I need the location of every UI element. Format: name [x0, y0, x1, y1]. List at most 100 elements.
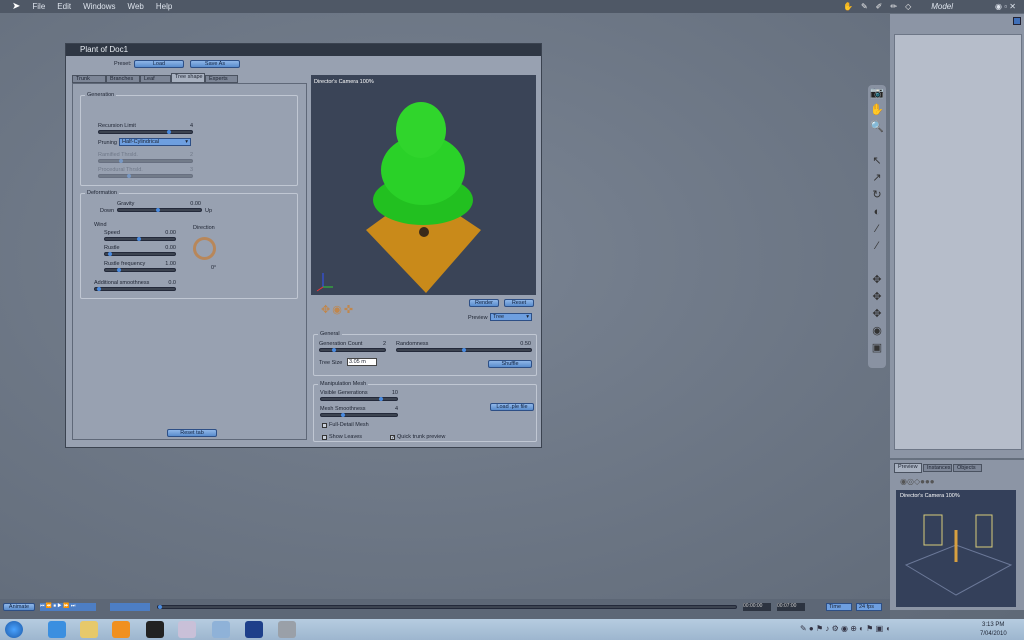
- playback-controls[interactable]: ⏮ ⏪ ⏹ ▶ ⏩ ⏭: [40, 603, 96, 611]
- rustle-frequency-value: 1.00: [165, 261, 176, 267]
- animate-button[interactable]: Animate: [3, 603, 35, 611]
- menu-windows[interactable]: Windows: [83, 2, 115, 11]
- keyframe-controls[interactable]: [110, 603, 150, 611]
- carrara-icon[interactable]: [278, 621, 296, 638]
- tree-preview-viewport[interactable]: Director's Camera 100%: [311, 75, 536, 295]
- randomness-label: Randomness: [396, 341, 429, 347]
- preview-value: Tree: [493, 314, 505, 320]
- ie-icon[interactable]: [48, 621, 66, 638]
- load-button[interactable]: Load: [134, 60, 184, 68]
- full-detail-mesh-label: Full-Detail Mesh: [329, 422, 369, 428]
- visible-generations-slider[interactable]: [320, 397, 398, 401]
- tab-instances[interactable]: Instances: [923, 464, 952, 472]
- rustle-frequency-slider[interactable]: [104, 268, 176, 272]
- quick-trunk-checkbox[interactable]: ✓: [390, 435, 395, 441]
- preset-label: Preset:: [114, 61, 132, 67]
- right-panel-content: [894, 34, 1022, 450]
- tab-trunk[interactable]: Trunk: [72, 75, 106, 83]
- generation-group: Generation Recursion Limit 4 Pruning Hal…: [80, 92, 298, 186]
- ramified-label: Ramified Thrsld.: [98, 152, 138, 158]
- recursion-value: 4: [189, 123, 193, 129]
- preview-select[interactable]: Tree ▾: [490, 313, 532, 321]
- mini-viewport[interactable]: Director's Camera 100%: [896, 490, 1016, 607]
- menu-help[interactable]: Help: [156, 2, 172, 11]
- mesh-smoothness-slider[interactable]: [320, 413, 398, 417]
- generation-title: Generation: [85, 92, 117, 98]
- gravity-down-label: Down: [100, 208, 115, 214]
- randomness-slider[interactable]: [396, 348, 532, 352]
- timeline-scrubber[interactable]: [157, 605, 737, 609]
- network-icon[interactable]: [212, 621, 230, 638]
- tree-size-input[interactable]: 3.05 m: [347, 358, 377, 366]
- speed-value: 0.00: [165, 230, 176, 236]
- tree-render: [316, 102, 481, 293]
- generation-count-slider[interactable]: [319, 348, 386, 352]
- fps-select[interactable]: 24 fps: [856, 603, 882, 611]
- system-tray-icons[interactable]: ✎ ● ⚑ ♪ ⚙ ◉ ⊕ ◐ ⚑ ▣ ◖: [800, 624, 890, 633]
- media-player-icon[interactable]: [112, 621, 130, 638]
- reset-tab-button[interactable]: Reset tab: [167, 429, 217, 437]
- general-title: General: [318, 331, 342, 337]
- pruning-label: Pruning: [98, 140, 117, 146]
- gravity-label: Gravity: [117, 201, 135, 207]
- generation-count-label: Generation Count: [319, 341, 363, 347]
- tab-objects[interactable]: Objects: [953, 464, 982, 472]
- render-button[interactable]: Render: [469, 299, 499, 307]
- speed-slider[interactable]: [104, 237, 176, 241]
- gravity-slider[interactable]: [117, 208, 202, 212]
- room-label[interactable]: Model: [931, 2, 953, 11]
- preview-label: Preview: [468, 315, 488, 321]
- end-time[interactable]: 00:07:00: [777, 603, 805, 611]
- menu-file[interactable]: File: [32, 2, 45, 11]
- shuffle-button[interactable]: Shuffle: [488, 360, 532, 368]
- app-logo-icon: ➤: [12, 1, 21, 12]
- window-controls[interactable]: ◉ ▫ ✕: [995, 2, 1016, 11]
- recursion-label: Recursion Limit: [98, 123, 136, 129]
- save-as-button[interactable]: Save As: [190, 60, 240, 68]
- clock-time[interactable]: 3:13 PM: [982, 622, 1004, 628]
- tool-strip[interactable]: 📷 ✋ 🔍 ↖ ↗ ↻ ◐ ⁄ ⁄ ✥ ✥ ✥ ◉ ▣: [868, 85, 886, 368]
- menu-web[interactable]: Web: [128, 2, 144, 11]
- pruning-value: Half-Cylindrical: [122, 139, 159, 145]
- tab-branches[interactable]: Branches: [106, 75, 140, 83]
- reset-button[interactable]: Reset: [504, 299, 534, 307]
- mini-camera-label: Director's Camera 100%: [900, 493, 960, 499]
- procedural-slider: [98, 174, 193, 178]
- panel-toggle-button[interactable]: [1013, 17, 1021, 25]
- direction-value: 0°: [211, 265, 217, 271]
- deformation-group: Deformation Gravity 0.00 Down Up Wind Sp…: [80, 190, 298, 299]
- ramified-value: 2: [189, 152, 193, 158]
- show-leaves-checkbox[interactable]: [322, 435, 327, 440]
- time-select[interactable]: Time: [826, 603, 852, 611]
- menu-bar: ➤ File Edit Windows Web Help ✋✎✐✏◇ Model…: [0, 0, 1024, 13]
- load-ple-file-button[interactable]: Load .ple file: [490, 403, 534, 411]
- direction-dial[interactable]: [193, 237, 216, 260]
- visible-generations-label: Visible Generations: [320, 390, 368, 396]
- tab-preview[interactable]: Preview: [894, 463, 922, 473]
- randomness-value: 0.50: [520, 341, 531, 347]
- pruning-select[interactable]: Half-Cylindrical ▾: [119, 138, 191, 146]
- tree-size-label: Tree Size: [319, 360, 343, 366]
- menu-edit[interactable]: Edit: [57, 2, 71, 11]
- start-time[interactable]: 00:00:00: [743, 603, 771, 611]
- mesh-title: Manipulation Mesh: [318, 381, 369, 387]
- photoshop-icon[interactable]: [245, 621, 263, 638]
- clock-date[interactable]: 7/04/2010: [980, 631, 1007, 637]
- rustle-slider[interactable]: [104, 252, 176, 256]
- preview-tool-icons[interactable]: ◉◎◇●●●: [900, 477, 935, 486]
- tab-experts[interactable]: Experts: [205, 75, 238, 83]
- smoothness-slider[interactable]: [94, 287, 176, 291]
- paint-icon[interactable]: [178, 621, 196, 638]
- room-icons[interactable]: ✋✎✐✏◇: [843, 2, 919, 11]
- app-uok-icon[interactable]: [146, 621, 164, 638]
- start-button-icon[interactable]: [5, 621, 23, 638]
- tab-tree-shape[interactable]: Tree shape: [171, 73, 205, 83]
- speed-label: Speed: [104, 230, 120, 236]
- full-detail-mesh-checkbox[interactable]: [322, 423, 327, 428]
- tab-leaf[interactable]: Leaf: [140, 75, 171, 83]
- tab-content: Generation Recursion Limit 4 Pruning Hal…: [72, 83, 307, 440]
- camera-nav-icons[interactable]: ✥◉✜: [321, 303, 355, 316]
- explorer-icon[interactable]: [80, 621, 98, 638]
- recursion-slider[interactable]: [98, 130, 193, 134]
- gravity-value: 0.00: [190, 201, 201, 207]
